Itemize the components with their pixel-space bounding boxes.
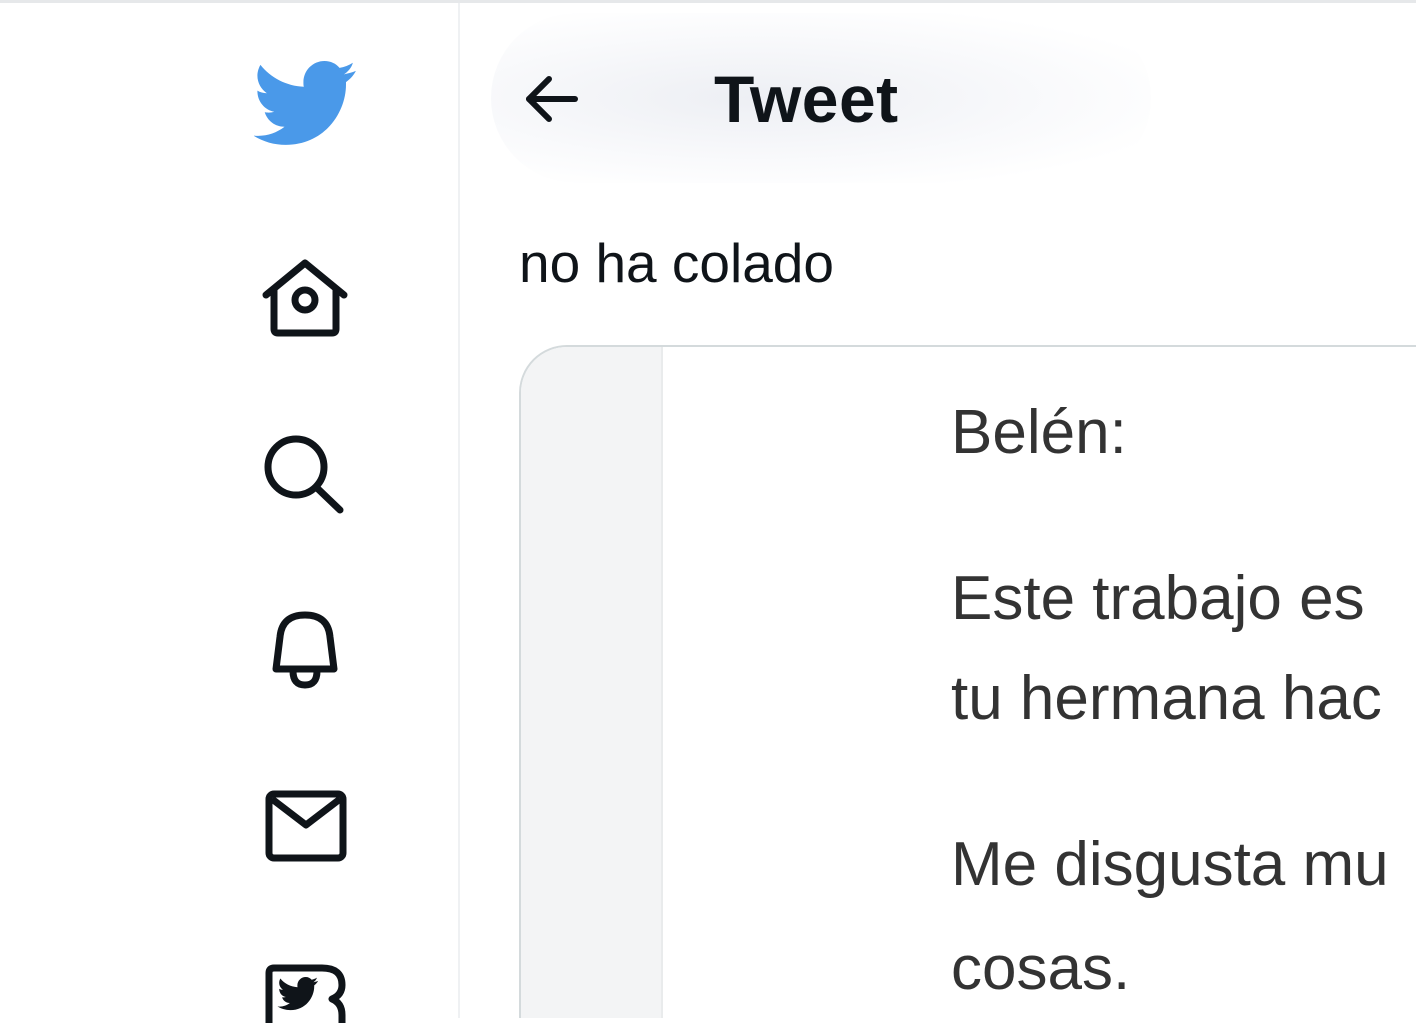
twitter-logo-icon[interactable] bbox=[254, 61, 358, 147]
media-text-line: cosas. bbox=[951, 934, 1131, 1003]
mail-icon[interactable] bbox=[264, 789, 348, 863]
media-text-line: Este trabajo es bbox=[951, 564, 1365, 633]
sidebar-nav bbox=[0, 3, 460, 1023]
search-icon[interactable] bbox=[262, 433, 346, 515]
main-column: Tweet no ha colado Belén: Este trabajo e… bbox=[461, 3, 1416, 1018]
twitter-blue-icon[interactable] bbox=[264, 963, 348, 1023]
bell-icon[interactable] bbox=[266, 607, 344, 691]
tweet-header: Tweet bbox=[461, 3, 1416, 193]
media-left-strip bbox=[521, 347, 663, 1018]
tweet-text: no ha colado bbox=[519, 232, 834, 294]
page-title: Tweet bbox=[714, 62, 899, 136]
media-text-line: tu hermana hac bbox=[951, 664, 1382, 733]
home-icon[interactable] bbox=[260, 255, 350, 339]
tweet-media-image[interactable]: Belén: Este trabajo es tu hermana hac Me… bbox=[519, 345, 1416, 1018]
media-text-line: Belén: bbox=[951, 398, 1127, 467]
media-text-line: Me disgusta mu bbox=[951, 830, 1389, 899]
arrow-left-icon bbox=[526, 76, 578, 122]
back-button[interactable] bbox=[519, 69, 583, 129]
